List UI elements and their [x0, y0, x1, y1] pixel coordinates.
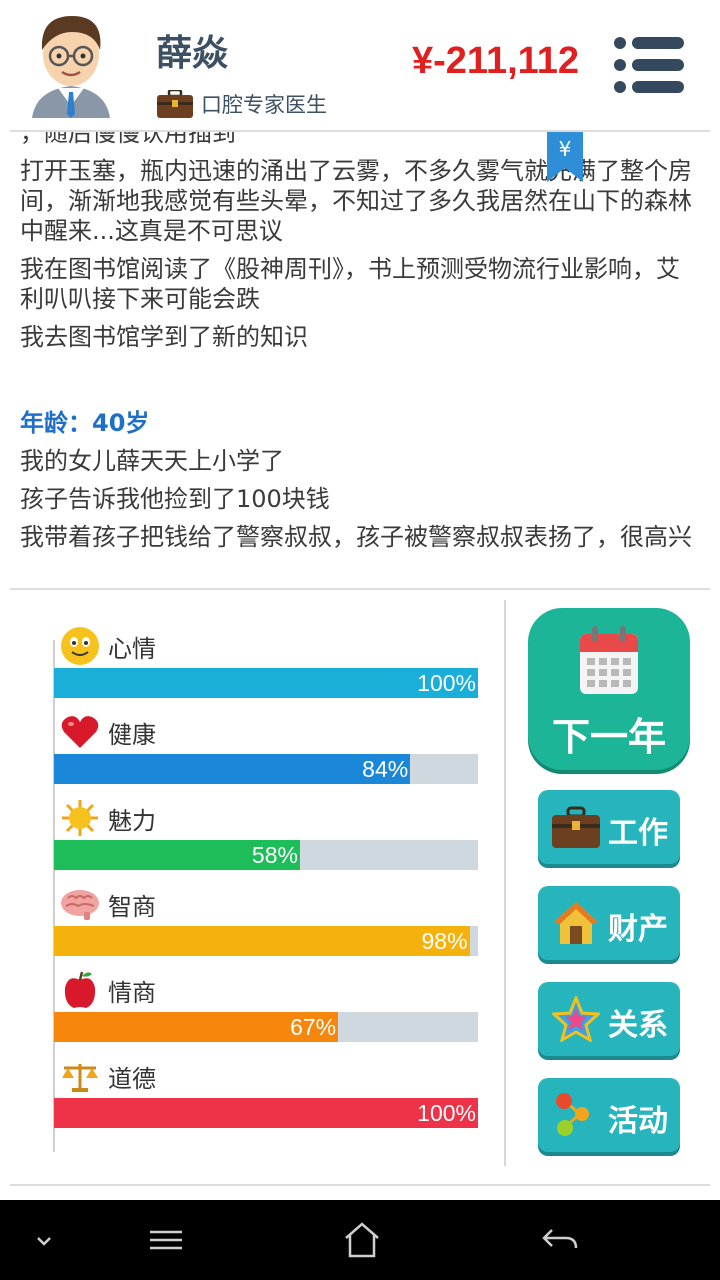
stat-bar-fill — [54, 754, 411, 784]
money-amount: ¥-211,112 — [412, 40, 579, 82]
system-nav-bar — [0, 1200, 720, 1280]
yen-tag-text: ¥ — [559, 137, 572, 161]
relations-button[interactable]: 关系 — [538, 982, 680, 1056]
player-name: 薛焱 — [156, 33, 229, 74]
back-icon[interactable] — [538, 1220, 582, 1260]
activity-button[interactable]: 活动 — [538, 1078, 680, 1152]
stat-label: 魅力 — [108, 806, 156, 835]
stat-bar-track: 98% — [54, 926, 478, 956]
property-label: 财产 — [608, 912, 668, 947]
next-year-label: 下一年 — [551, 715, 666, 759]
stat-bar-fill — [54, 668, 478, 698]
profile-header: 薛焱 口腔专家医生 ¥-211,112 — [0, 0, 720, 130]
stat-bar-track: 100% — [54, 1098, 478, 1128]
relations-label: 关系 — [608, 1008, 668, 1043]
work-button[interactable]: 工作 — [538, 790, 680, 864]
yen-bookmark-icon[interactable]: ¥ — [547, 132, 583, 182]
stat-bar-fill — [54, 1098, 478, 1128]
menu-icon[interactable] — [612, 34, 686, 96]
stat-bar-track: 58% — [54, 840, 478, 870]
stat-bar-track: 84% — [54, 754, 478, 784]
brain-icon — [61, 890, 99, 920]
recents-icon[interactable] — [144, 1220, 188, 1260]
log-divider — [10, 588, 710, 590]
log-line: 我带着孩子把钱给了警察叔叔，孩子被警察叔叔表扬了，很高兴 — [20, 523, 692, 551]
stat-iq: 智商 98% — [54, 882, 478, 956]
stat-health: 健康 84% — [54, 710, 478, 784]
doctor-avatar[interactable] — [28, 10, 114, 118]
stat-bar-track: 100% — [54, 668, 478, 698]
heart-icon — [61, 716, 99, 748]
log-line: 打开玉塞，瓶内迅速的涌出了云雾，不多久雾气就充满了整个房间，渐渐地我感觉有些头晕… — [20, 157, 692, 245]
log-line: 我去图书馆学到了新的知识 — [20, 323, 308, 351]
stat-value: 98% — [421, 928, 468, 954]
scales-icon — [62, 1064, 98, 1092]
stat-value: 100% — [417, 670, 476, 696]
log-line: 我在图书馆阅读了《股神周刊》，书上预测受物流行业影响，艾利叭叭接下来可能会跌 — [20, 255, 680, 313]
log-line-cut: ，随后慢慢认用插到 — [20, 132, 236, 147]
event-log[interactable]: ，随后慢慢认用插到 打开玉塞，瓶内迅速的涌出了云雾，不多久雾气就充满了整个房间，… — [0, 132, 720, 576]
stat-label: 健康 — [108, 720, 156, 749]
stat-label: 情商 — [108, 978, 156, 1007]
stat-value: 100% — [417, 1100, 476, 1126]
stat-eq: 情商 67% — [54, 968, 478, 1042]
smiley-icon — [61, 627, 99, 665]
stat-mood: 心情 100% — [54, 624, 478, 698]
stat-value: 67% — [290, 1014, 337, 1040]
stat-bar-fill — [54, 926, 470, 956]
stat-morality: 道德 100% — [54, 1054, 478, 1128]
briefcase-icon — [157, 90, 193, 118]
star-icon — [552, 996, 600, 1042]
bottom-divider — [10, 1184, 710, 1186]
stat-charm: 魅力 58% — [54, 796, 478, 870]
work-label: 工作 — [608, 816, 668, 851]
stat-label: 道德 — [108, 1064, 156, 1093]
stat-label: 智商 — [108, 892, 156, 921]
activity-label: 活动 — [608, 1104, 668, 1139]
sun-icon — [62, 800, 98, 836]
briefcase-icon — [552, 806, 600, 848]
next-year-button[interactable]: 下一年 — [528, 608, 690, 770]
property-button[interactable]: 财产 — [538, 886, 680, 960]
apple-icon — [64, 971, 96, 1008]
molecule-icon — [556, 1093, 589, 1136]
chevron-down-icon[interactable] — [22, 1220, 66, 1260]
job-title: 口腔专家医生 — [201, 93, 327, 117]
home-icon[interactable] — [340, 1220, 384, 1260]
log-line: 孩子告诉我他捡到了100块钱 — [20, 485, 330, 513]
stat-bar-track: 67% — [54, 1012, 478, 1042]
log-line: 我的女儿薛天天上小学了 — [20, 447, 284, 475]
house-icon — [554, 902, 598, 944]
age-heading: 年龄：40岁 — [20, 409, 150, 437]
stat-value: 84% — [362, 756, 409, 782]
stat-value: 58% — [251, 842, 298, 868]
panel-separator — [504, 600, 506, 1166]
job-row: 口腔专家医生 — [157, 88, 327, 120]
calendar-icon — [580, 626, 638, 694]
stat-label: 心情 — [108, 634, 156, 663]
